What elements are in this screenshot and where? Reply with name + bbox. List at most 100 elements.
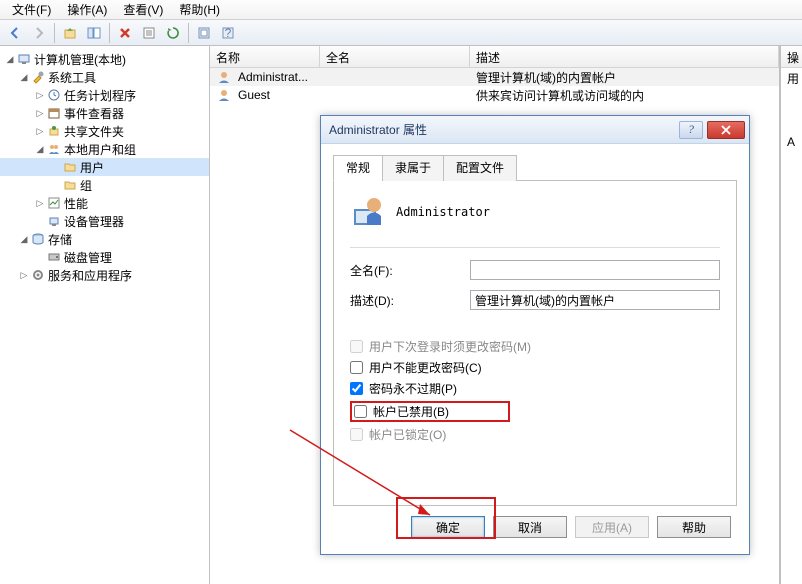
cancel-button[interactable]: 取消: [493, 516, 567, 538]
export-button[interactable]: [193, 22, 215, 44]
show-hide-tree-button[interactable]: [83, 22, 105, 44]
clock-icon: [46, 87, 62, 103]
cell-desc: 供来宾访问计算机或访问域的内: [470, 87, 779, 104]
check-label: 用户不能更改密码(C): [369, 359, 482, 376]
svg-text:?: ?: [225, 26, 232, 40]
expand-icon[interactable]: ▷: [34, 126, 46, 137]
tree-performance[interactable]: ▷ 性能: [0, 194, 209, 212]
collapse-icon[interactable]: ◢: [4, 54, 16, 65]
separator: [54, 23, 55, 43]
fullname-label: 全名(F):: [350, 262, 470, 279]
tree-label: 性能: [64, 195, 88, 212]
tree-device-manager[interactable]: 设备管理器: [0, 212, 209, 230]
check-disabled[interactable]: 帐户已禁用(B): [350, 401, 510, 422]
tree-label: 服务和应用程序: [48, 267, 132, 284]
menu-help[interactable]: 帮助(H): [171, 0, 228, 20]
event-icon: [46, 105, 62, 121]
storage-icon: [30, 231, 46, 247]
description-label: 描述(D):: [350, 292, 470, 309]
separator: [188, 23, 189, 43]
tree-label: 任务计划程序: [64, 87, 136, 104]
forward-button[interactable]: [28, 22, 50, 44]
dialog-titlebar[interactable]: Administrator 属性 ?: [321, 116, 749, 144]
description-input[interactable]: [470, 290, 720, 310]
col-fullname[interactable]: 全名: [320, 46, 470, 67]
checkbox-cannotchange[interactable]: [350, 361, 363, 374]
expand-icon[interactable]: ▷: [18, 270, 30, 281]
actions-item[interactable]: A: [781, 133, 802, 151]
collapse-icon[interactable]: ◢: [18, 72, 30, 83]
dialog-title: Administrator 属性: [329, 121, 679, 138]
large-user-icon: [350, 195, 384, 229]
apply-button: 应用(A): [575, 516, 649, 538]
delete-button[interactable]: [114, 22, 136, 44]
menu-action[interactable]: 操作(A): [59, 0, 115, 20]
ok-button[interactable]: 确定: [411, 516, 485, 538]
device-icon: [46, 213, 62, 229]
tree-label: 存储: [48, 231, 72, 248]
check-neverexpire[interactable]: 密码永不过期(P): [350, 380, 720, 397]
refresh-button[interactable]: [162, 22, 184, 44]
folder-icon: [62, 177, 78, 193]
tree-groups[interactable]: 组: [0, 176, 209, 194]
checkbox-locked: [350, 428, 363, 441]
properties-button[interactable]: [138, 22, 160, 44]
check-cannotchange[interactable]: 用户不能更改密码(C): [350, 359, 720, 376]
close-button[interactable]: [707, 121, 745, 139]
check-label: 帐户已锁定(O): [369, 426, 446, 443]
services-icon: [30, 267, 46, 283]
tree-label: 系统工具: [48, 69, 96, 86]
actions-item[interactable]: 用: [781, 68, 802, 89]
tree-label: 组: [80, 177, 92, 194]
back-button[interactable]: [4, 22, 26, 44]
checkbox-neverexpire[interactable]: [350, 382, 363, 395]
expand-icon[interactable]: ▷: [34, 198, 46, 209]
tree-task-scheduler[interactable]: ▷ 任务计划程序: [0, 86, 209, 104]
fullname-input[interactable]: [470, 260, 720, 280]
menu-view[interactable]: 查看(V): [115, 0, 171, 20]
expand-icon[interactable]: ▷: [34, 108, 46, 119]
disk-icon: [46, 249, 62, 265]
tree-label: 设备管理器: [64, 213, 124, 230]
tree-services[interactable]: ▷ 服务和应用程序: [0, 266, 209, 284]
tree-event-viewer[interactable]: ▷ 事件查看器: [0, 104, 209, 122]
tree-label: 计算机管理(本地): [34, 51, 126, 68]
help-button[interactable]: 帮助: [657, 516, 731, 538]
tab-strip: 常规 隶属于 配置文件: [333, 154, 737, 181]
tree-system-tools[interactable]: ◢ 系统工具: [0, 68, 209, 86]
share-icon: [46, 123, 62, 139]
tab-memberof[interactable]: 隶属于: [382, 155, 444, 181]
tree-users[interactable]: 用户: [0, 158, 209, 176]
tree-label: 用户: [80, 159, 104, 176]
tree-local-users[interactable]: ◢ 本地用户和组: [0, 140, 209, 158]
list-row[interactable]: Guest 供来宾访问计算机或访问域的内: [210, 86, 779, 104]
col-desc[interactable]: 描述: [470, 46, 779, 67]
tree-label: 共享文件夹: [64, 123, 124, 140]
up-button[interactable]: [59, 22, 81, 44]
tab-general[interactable]: 常规: [333, 155, 383, 181]
cell-name: Administrat...: [238, 70, 308, 84]
menu-file[interactable]: 文件(F): [4, 0, 59, 20]
tree-shared-folders[interactable]: ▷ 共享文件夹: [0, 122, 209, 140]
tree-disk-mgmt[interactable]: 磁盘管理: [0, 248, 209, 266]
help-tool-button[interactable]: ?: [217, 22, 239, 44]
tab-profile[interactable]: 配置文件: [443, 155, 517, 181]
checkbox-disabled[interactable]: [354, 405, 367, 418]
actions-header: 操: [781, 46, 802, 68]
navigation-tree[interactable]: ◢ 计算机管理(本地) ◢ 系统工具 ▷ 任务计划程序 ▷ 事件查看器 ▷ 共享…: [0, 46, 210, 584]
tree-root[interactable]: ◢ 计算机管理(本地): [0, 50, 209, 68]
collapse-icon[interactable]: ◢: [18, 234, 30, 245]
dialog-button-row: 确定 取消 应用(A) 帮助: [333, 506, 737, 544]
context-help-button[interactable]: ?: [679, 121, 703, 139]
expand-icon[interactable]: ▷: [34, 90, 46, 101]
tree-storage[interactable]: ◢ 存储: [0, 230, 209, 248]
perf-icon: [46, 195, 62, 211]
col-name[interactable]: 名称: [210, 46, 320, 67]
user-icon: [216, 69, 232, 85]
list-row[interactable]: Administrat... 管理计算机(域)的内置帐户: [210, 68, 779, 86]
separator: [350, 247, 720, 248]
collapse-icon[interactable]: ◢: [34, 144, 46, 155]
check-locked: 帐户已锁定(O): [350, 426, 720, 443]
check-label: 密码永不过期(P): [369, 380, 457, 397]
check-mustchange: 用户下次登录时须更改密码(M): [350, 338, 720, 355]
